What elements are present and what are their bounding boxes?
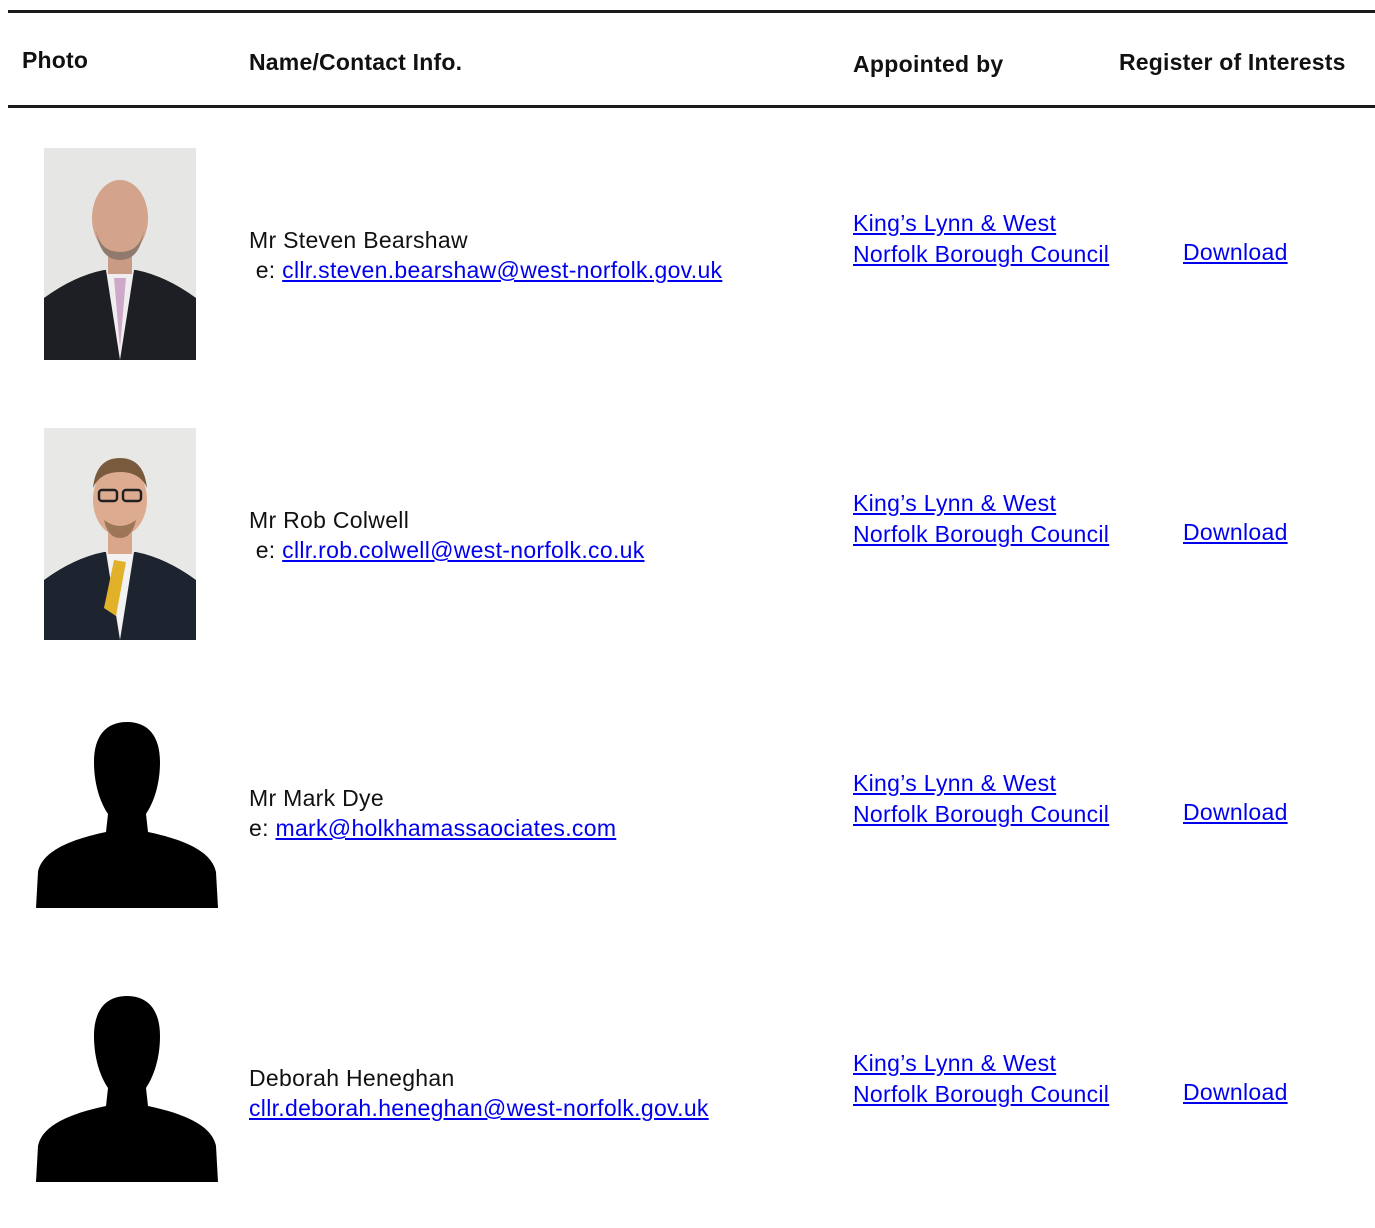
email-prefix: e: bbox=[249, 815, 276, 841]
register-download-link[interactable]: Download bbox=[1183, 239, 1288, 266]
member-photo bbox=[44, 148, 196, 360]
appointed-by-link[interactable]: King’s Lynn & West Norfolk Borough Counc… bbox=[853, 1048, 1113, 1109]
register-download-link[interactable]: Download bbox=[1183, 1079, 1288, 1106]
email-line: cllr.deborah.heneghan@west-norfolk.gov.u… bbox=[249, 1093, 709, 1123]
email-link[interactable]: cllr.steven.bearshaw@west-norfolk.gov.uk bbox=[282, 257, 722, 283]
silhouette-placeholder-icon bbox=[36, 722, 218, 908]
table-row: Mr Rob Colwell e: cllr.rob.colwell@west-… bbox=[0, 388, 1375, 668]
email-link[interactable]: mark@holkhamassaociates.com bbox=[275, 815, 616, 841]
appointed-by-link[interactable]: King’s Lynn & West Norfolk Borough Counc… bbox=[853, 488, 1113, 549]
register-download-link[interactable]: Download bbox=[1183, 519, 1288, 546]
table-row: Mr Mark Dye e: mark@holkhamassaociates.c… bbox=[0, 668, 1375, 948]
register-download-link[interactable]: Download bbox=[1183, 799, 1288, 826]
email-line: e: cllr.steven.bearshaw@west-norfolk.gov… bbox=[249, 255, 722, 285]
email-link[interactable]: cllr.deborah.heneghan@west-norfolk.gov.u… bbox=[249, 1095, 709, 1121]
appointed-by-link[interactable]: King’s Lynn & West Norfolk Borough Counc… bbox=[853, 768, 1113, 829]
member-contact: Mr Mark Dye e: mark@holkhamassaociates.c… bbox=[249, 783, 616, 843]
member-contact: Mr Steven Bearshaw e: cllr.steven.bearsh… bbox=[249, 225, 722, 285]
member-photo bbox=[36, 722, 218, 908]
table-top-rule bbox=[8, 10, 1375, 13]
member-name: Mr Steven Bearshaw bbox=[249, 227, 468, 253]
member-photo bbox=[44, 428, 196, 640]
member-name: Mr Mark Dye bbox=[249, 785, 384, 811]
member-name: Mr Rob Colwell bbox=[249, 507, 410, 533]
silhouette-placeholder-icon bbox=[36, 996, 218, 1182]
email-prefix: e: bbox=[249, 257, 283, 283]
email-line: e: cllr.rob.colwell@west-norfolk.co.uk bbox=[249, 535, 645, 565]
header-photo: Photo bbox=[22, 47, 89, 73]
header-register-of-interests: Register of Interests bbox=[1119, 49, 1346, 75]
member-contact: Mr Rob Colwell e: cllr.rob.colwell@west-… bbox=[249, 505, 645, 565]
member-photo bbox=[36, 996, 218, 1182]
portrait-image bbox=[44, 428, 196, 640]
portrait-image bbox=[44, 148, 196, 360]
appointed-by-link[interactable]: King’s Lynn & West Norfolk Borough Counc… bbox=[853, 208, 1113, 269]
table-row: Deborah Heneghan cllr.deborah.heneghan@w… bbox=[0, 948, 1375, 1228]
table-row: Mr Steven Bearshaw e: cllr.steven.bearsh… bbox=[0, 108, 1375, 388]
email-link[interactable]: cllr.rob.colwell@west-norfolk.co.uk bbox=[282, 537, 644, 563]
header-name-contact: Name/Contact Info. bbox=[249, 49, 463, 75]
header-appointed-by: Appointed by bbox=[853, 51, 1004, 77]
member-contact: Deborah Heneghan cllr.deborah.heneghan@w… bbox=[249, 1063, 709, 1123]
member-name: Deborah Heneghan bbox=[249, 1065, 455, 1091]
email-line: e: mark@holkhamassaociates.com bbox=[249, 813, 616, 843]
email-prefix: e: bbox=[249, 537, 283, 563]
